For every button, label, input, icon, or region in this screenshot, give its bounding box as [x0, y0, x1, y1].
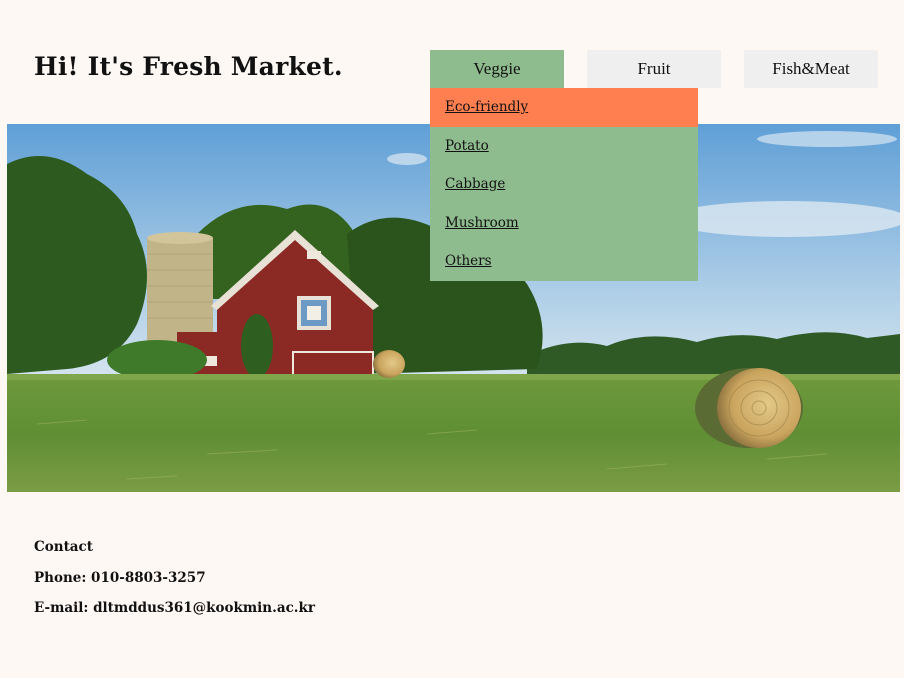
- dropdown-item-others[interactable]: Others: [430, 242, 698, 281]
- site-title: Hi! It's Fresh Market.: [34, 52, 343, 81]
- dropdown-item-potato[interactable]: Potato: [430, 127, 698, 166]
- tab-fruit[interactable]: Fruit: [587, 50, 721, 88]
- dropdown-item-mushroom[interactable]: Mushroom: [430, 204, 698, 243]
- tab-veggie[interactable]: Veggie: [430, 50, 564, 88]
- contact-email: E-mail: dltmddus361@kookmin.ac.kr: [34, 600, 315, 616]
- veggie-dropdown-menu: Eco-friendly Potato Cabbage Mushroom Oth…: [430, 88, 698, 281]
- dropdown-item-cabbage[interactable]: Cabbage: [430, 165, 698, 204]
- contact-section: Contact Phone: 010-8803-3257 E-mail: dlt…: [34, 538, 315, 630]
- contact-heading: Contact: [34, 539, 94, 555]
- tab-fish-meat[interactable]: Fish&Meat: [744, 50, 878, 88]
- contact-phone: Phone: 010-8803-3257: [34, 569, 206, 586]
- dropdown-item-eco-friendly[interactable]: Eco-friendly: [430, 88, 698, 127]
- page: Hi! It's Fresh Market. Veggie Fruit Fish…: [0, 0, 904, 678]
